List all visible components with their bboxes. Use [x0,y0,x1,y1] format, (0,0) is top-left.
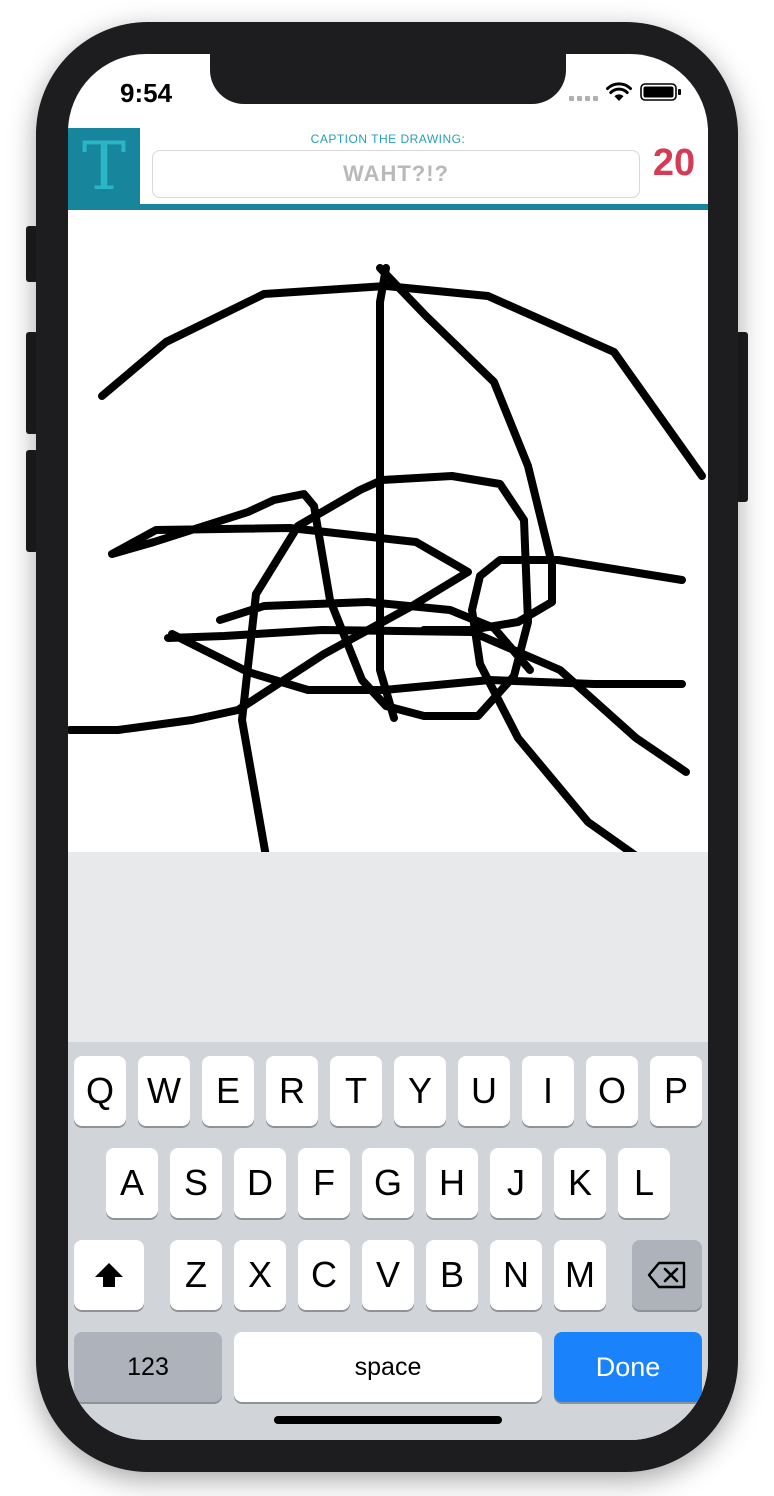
key-l[interactable]: L [618,1148,670,1218]
key-e[interactable]: E [202,1056,254,1126]
status-icons [569,82,682,102]
drawing-strokes [68,264,708,906]
caption-label: CAPTION THE DRAWING: [310,132,466,146]
space-key[interactable]: space [234,1332,542,1402]
stroke [376,264,398,722]
key-p[interactable]: P [650,1056,702,1126]
key-f[interactable]: F [298,1148,350,1218]
key-v[interactable]: V [362,1240,414,1310]
key-a[interactable]: A [106,1148,158,1218]
empty-area [68,852,708,1042]
key-o[interactable]: O [586,1056,638,1126]
key-q[interactable]: Q [74,1056,126,1126]
caption-input[interactable]: WAHT?!? [152,150,640,198]
stroke [68,472,532,906]
backspace-icon [647,1261,686,1289]
key-j[interactable]: J [490,1148,542,1218]
key-c[interactable]: C [298,1240,350,1310]
key-m[interactable]: M [554,1240,606,1310]
stroke [98,282,706,480]
key-b[interactable]: B [426,1240,478,1310]
app-logo: T [68,128,140,206]
battery-icon [640,83,681,101]
done-key[interactable]: Done [554,1332,702,1402]
key-z[interactable]: Z [170,1240,222,1310]
stroke [468,556,708,896]
key-t[interactable]: T [330,1056,382,1126]
key-x[interactable]: X [234,1240,286,1310]
key-y[interactable]: Y [394,1056,446,1126]
status-time: 9:54 [120,78,173,108]
numbers-key[interactable]: 123 [74,1332,222,1402]
drawing-canvas[interactable] [68,210,708,906]
phone-screen: 9:54 T CAPTION THE DRAWING: WAHT?!? 20 Q… [68,54,708,1440]
home-indicator[interactable] [274,1416,502,1424]
shift-icon [95,1263,123,1287]
key-h[interactable]: H [426,1148,478,1218]
key-i[interactable]: I [522,1056,574,1126]
key-k[interactable]: K [554,1148,606,1218]
key-w[interactable]: W [138,1056,190,1126]
shift-key[interactable] [74,1240,144,1310]
key-u[interactable]: U [458,1056,510,1126]
cellular-signal-icon [569,83,598,101]
notch [210,54,566,104]
key-n[interactable]: N [490,1240,542,1310]
key-s[interactable]: S [170,1148,222,1218]
backspace-key[interactable] [632,1240,702,1310]
key-r[interactable]: R [266,1056,318,1126]
logo-letter: T [81,128,127,205]
key-d[interactable]: D [234,1148,286,1218]
key-g[interactable]: G [362,1148,414,1218]
countdown-timer: 20 [652,142,696,184]
wifi-icon [606,82,632,101]
keyboard: Q W E R T Y U I O P A S D F G H J K L Z … [68,1042,708,1440]
